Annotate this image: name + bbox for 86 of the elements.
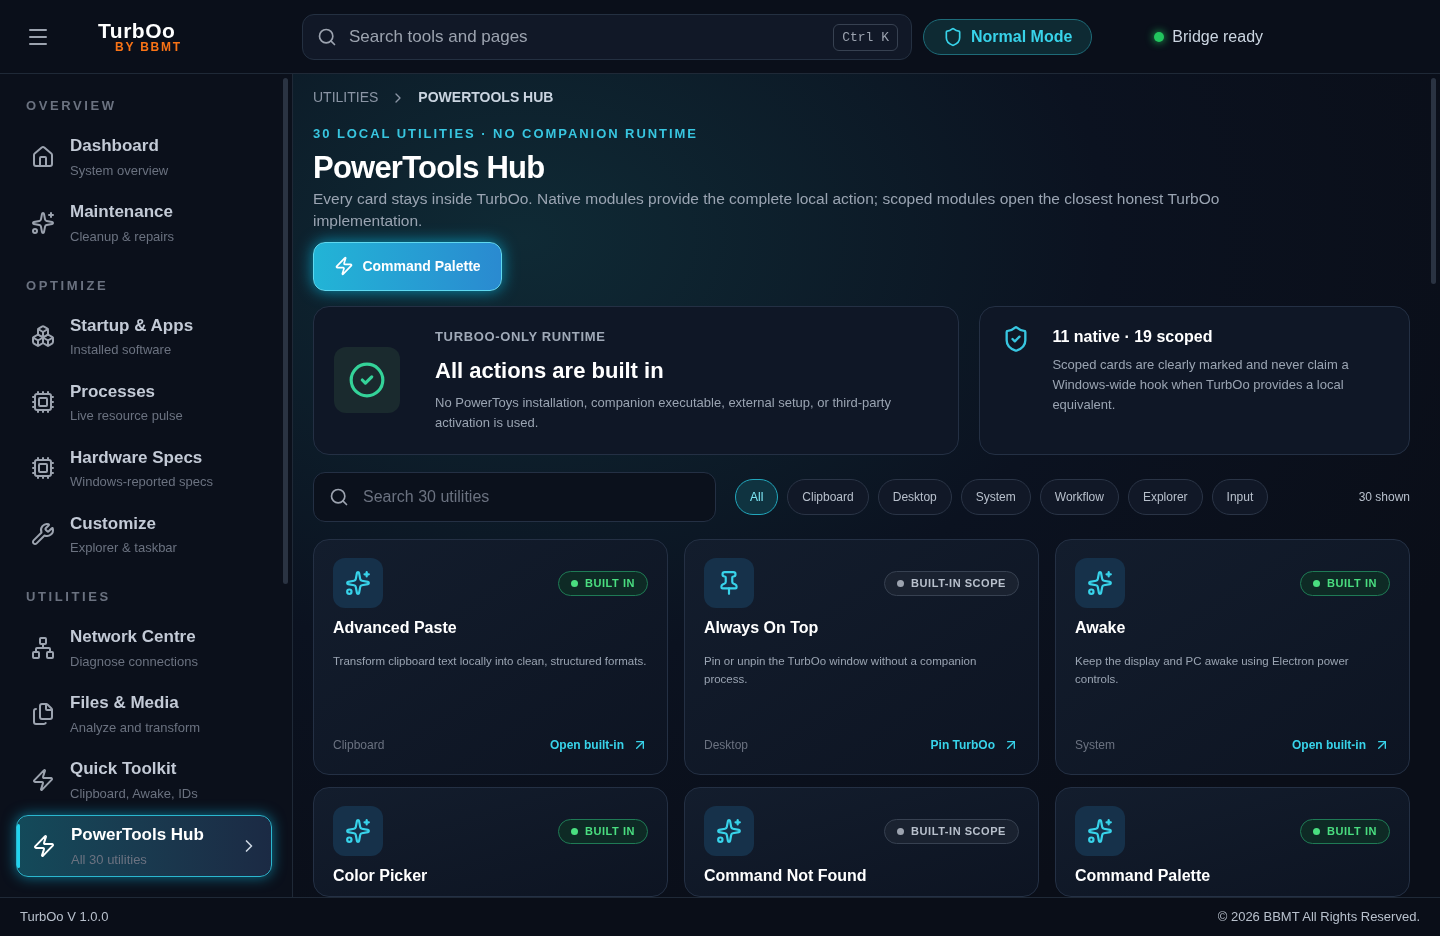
filter-chip[interactable]: Clipboard	[787, 478, 869, 515]
result-count: 30 shown	[1358, 488, 1410, 506]
search-icon	[329, 486, 349, 507]
nav-item[interactable]: Maintenance Cleanup & repairs	[16, 191, 272, 254]
chip-icon	[31, 390, 55, 414]
card-text: Scoped cards are clearly marked and never claim a Windows-wide hook when TurbOo provides a local equivalent.	[1052, 355, 1350, 414]
nav-item[interactable]: PowerTools Hub All 30 utilities	[16, 814, 272, 877]
card-text: Keep the display and PC awake using Electron power controls.	[1075, 653, 1350, 687]
category-label: System	[1075, 736, 1115, 754]
filter-chip[interactable]: Input	[1211, 478, 1269, 515]
status-badge: BUILT IN	[557, 570, 648, 596]
utility-card[interactable]: BUILT IN Awake Keep the display and PC awake using Electron power controls. System Open built-in	[1055, 538, 1410, 775]
card-text: Transform clipboard text locally into clean, structured formats.	[333, 653, 648, 669]
page-description: Every card stays inside TurbOo. Native modules provide the complete local action; scoped modules open the closest honest TurbOo implementation.	[313, 188, 1221, 231]
utility-card[interactable]: BUILT-IN SCOPE Command Not Found	[684, 786, 1039, 897]
utility-card[interactable]: BUILT-IN SCOPE Always On Top Pin or unpin the TurbOo window without a companion process. Desktop Pin TurbOo	[684, 538, 1039, 775]
nav-item[interactable]: Quick Toolkit Clipboard, Awake, IDs	[16, 748, 272, 811]
section-label: OPTIMIZE	[26, 276, 110, 295]
page-eyebrow: 30 LOCAL UTILITIES · NO COMPANION RUNTIME	[313, 125, 699, 143]
boxes-icon	[31, 324, 55, 348]
nav-item[interactable]: Dashboard System overview	[16, 125, 272, 188]
check-circle-icon	[348, 361, 386, 399]
card-title: Command Not Found	[704, 865, 868, 886]
breadcrumb-item[interactable]: UTILITIES	[313, 87, 379, 108]
page-title: PowerTools Hub	[313, 148, 546, 187]
search-icon	[317, 26, 337, 47]
card-title: Always On Top	[704, 617, 820, 638]
filter-chip[interactable]: Desktop	[877, 478, 952, 515]
utility-card[interactable]: BUILT IN Color Picker	[313, 786, 668, 897]
status-badge: BUILT-IN SCOPE	[884, 570, 1019, 596]
filter-chip[interactable]: All	[735, 478, 779, 515]
section-label: UTILITIES	[26, 588, 112, 606]
lightning-icon	[32, 833, 56, 858]
shield-icon	[943, 26, 963, 47]
wrench-icon	[31, 522, 55, 546]
house-icon	[31, 144, 55, 169]
nav-item[interactable]: Processes Live resource pulse	[16, 371, 272, 433]
category-label: Desktop	[704, 736, 749, 754]
utility-card[interactable]: BUILT IN Command Palette	[1055, 786, 1410, 897]
card-title: 11 native · 19 scoped	[1052, 326, 1214, 347]
sparkles-icon	[345, 817, 371, 844]
copyright-text: © 2026 BBMT All Rights Reserved.	[1217, 908, 1420, 927]
filter-chip[interactable]: Explorer	[1127, 478, 1203, 515]
sparkles-icon	[345, 569, 371, 596]
status-badge: BUILT IN	[1299, 818, 1390, 844]
status-text: Bridge ready	[1172, 26, 1264, 47]
filter-chip[interactable]: Workflow	[1039, 478, 1119, 515]
sparkles-icon	[1087, 817, 1113, 844]
logo-text: TurbOo	[98, 20, 176, 41]
sparkles-icon	[1087, 569, 1113, 596]
nav-item[interactable]: Files & Media Analyze and transform	[16, 682, 272, 745]
card-action-link[interactable]: Open built-in	[550, 735, 648, 754]
card-eyebrow: TURBOO-ONLY RUNTIME	[435, 327, 607, 346]
nav-item[interactable]: Startup & Apps Installed software	[16, 305, 272, 367]
category-label: Clipboard	[333, 736, 385, 754]
sparkles-icon	[31, 210, 55, 235]
version-text: TurbOo V 1.0.0	[20, 908, 109, 927]
filter-chip[interactable]: System	[960, 478, 1031, 515]
lightning-icon	[31, 767, 55, 792]
lightning-icon	[334, 256, 355, 276]
status-badge: BUILT IN	[557, 818, 648, 844]
section-label: OVERVIEW	[26, 97, 118, 115]
card-title: All actions are built in	[435, 357, 665, 386]
card-title: Awake	[1075, 617, 1127, 638]
sparkles-icon	[716, 817, 742, 844]
card-text: Pin or unpin the TurbOo window without a companion process.	[704, 653, 978, 687]
breadcrumb-current: POWERTOOLS HUB	[418, 88, 554, 107]
files-icon	[31, 701, 55, 726]
card-title: Command Palette	[1075, 865, 1212, 886]
card-text: No PowerToys installation, companion executable, external setup, or third-party activation is used.	[435, 394, 892, 433]
card-action-link[interactable]: Pin TurbOo	[930, 735, 1019, 754]
nav-item[interactable]: Customize Explorer & taskbar	[16, 503, 272, 565]
mode-button[interactable]: Normal Mode	[923, 18, 1093, 55]
chip-icon	[31, 456, 55, 480]
nav-item[interactable]: Network Centre Diagnose connections	[16, 616, 272, 679]
nav-item[interactable]: Hardware Specs Windows-reported specs	[16, 437, 272, 499]
card-action-link[interactable]: Open built-in	[1292, 735, 1390, 754]
utility-card[interactable]: BUILT IN Advanced Paste Transform clipboard text locally into clean, structured formats. Clipboard Open built-in	[313, 538, 668, 775]
status-badge: BUILT-IN SCOPE	[884, 818, 1019, 844]
utility-search-field[interactable]: Search 30 utilities	[313, 471, 716, 522]
card-title: Advanced Paste	[333, 617, 458, 638]
logo-subtitle: BY BBMT	[114, 41, 182, 53]
shortcut-key: Ctrl K	[833, 23, 898, 51]
network-icon	[31, 635, 55, 660]
card-title: Color Picker	[333, 865, 429, 886]
status-badge: BUILT IN	[1299, 570, 1390, 596]
